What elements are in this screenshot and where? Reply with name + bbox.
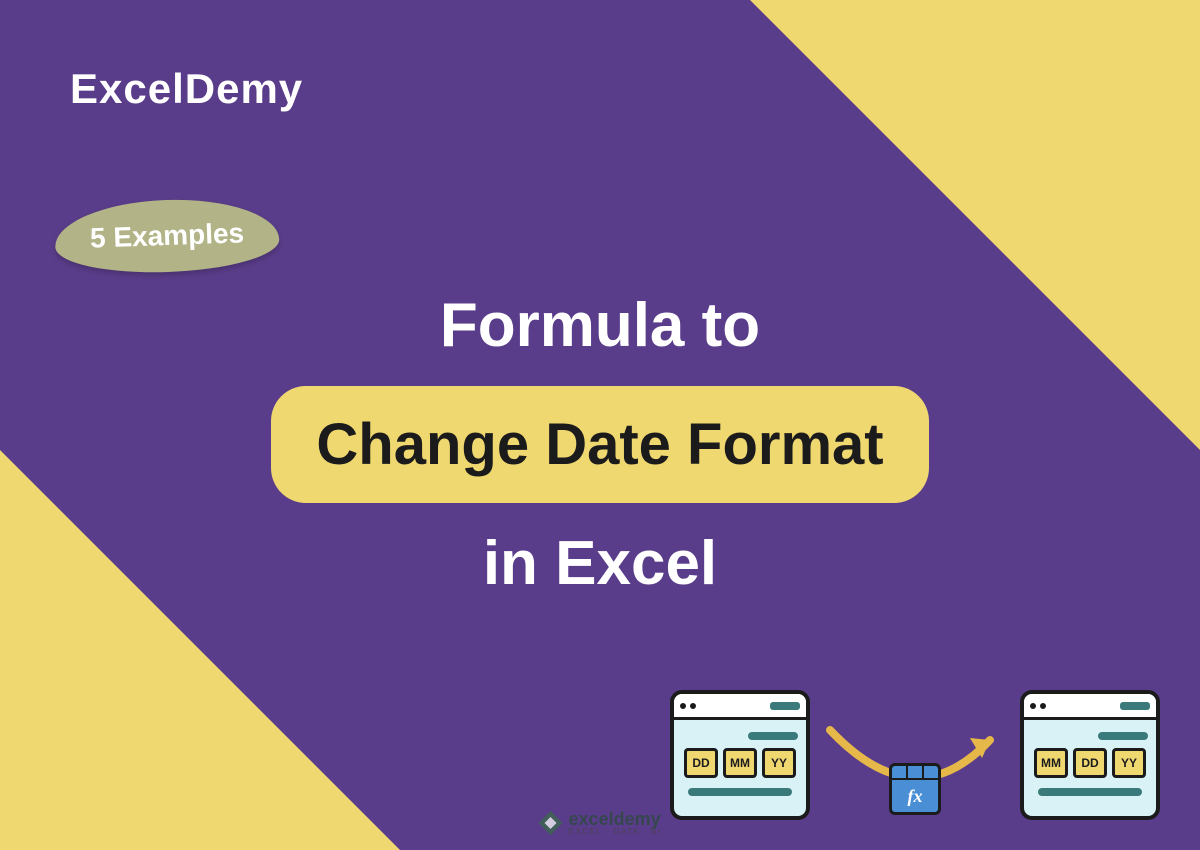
arrow-with-fx-icon: fx xyxy=(820,700,1010,810)
placeholder-line-icon xyxy=(688,788,792,796)
placeholder-bar-icon xyxy=(1098,732,1148,740)
target-window-icon: MM DD YY xyxy=(1020,690,1160,820)
titlebar-icon xyxy=(674,694,806,720)
watermark: exceldemy EXCEL · DATA · BI xyxy=(531,806,670,840)
examples-badge: 5 Examples xyxy=(54,196,280,276)
date-part-cell: MM xyxy=(723,748,757,778)
watermark-text: exceldemy xyxy=(569,810,662,828)
fx-label: fx xyxy=(892,780,938,812)
titlebar-tab-icon xyxy=(1120,702,1150,710)
titlebar-tab-icon xyxy=(770,702,800,710)
title-line-3: in Excel xyxy=(0,528,1200,599)
window-dot-icon xyxy=(690,703,696,709)
window-dot-icon xyxy=(1040,703,1046,709)
window-dot-icon xyxy=(680,703,686,709)
placeholder-line-icon xyxy=(1038,788,1142,796)
watermark-logo-icon xyxy=(539,811,563,835)
title-line-1: Formula to xyxy=(0,290,1200,361)
conversion-illustration: DD MM YY fx MM DD YY xyxy=(670,690,1160,820)
source-window-icon: DD MM YY xyxy=(670,690,810,820)
watermark-subtext: EXCEL · DATA · BI xyxy=(569,828,662,836)
title-highlight: Change Date Format xyxy=(271,386,928,503)
date-part-cell: YY xyxy=(1112,748,1146,778)
date-part-cell: DD xyxy=(684,748,718,778)
date-part-cell: DD xyxy=(1073,748,1107,778)
brand-logo-text: ExcelDemy xyxy=(70,65,303,113)
date-part-cell: YY xyxy=(762,748,796,778)
formula-fx-icon: fx xyxy=(889,763,941,815)
window-dot-icon xyxy=(1030,703,1036,709)
titlebar-icon xyxy=(1024,694,1156,720)
placeholder-bar-icon xyxy=(748,732,798,740)
main-title: Formula to Change Date Format in Excel xyxy=(0,290,1200,599)
date-part-cell: MM xyxy=(1034,748,1068,778)
